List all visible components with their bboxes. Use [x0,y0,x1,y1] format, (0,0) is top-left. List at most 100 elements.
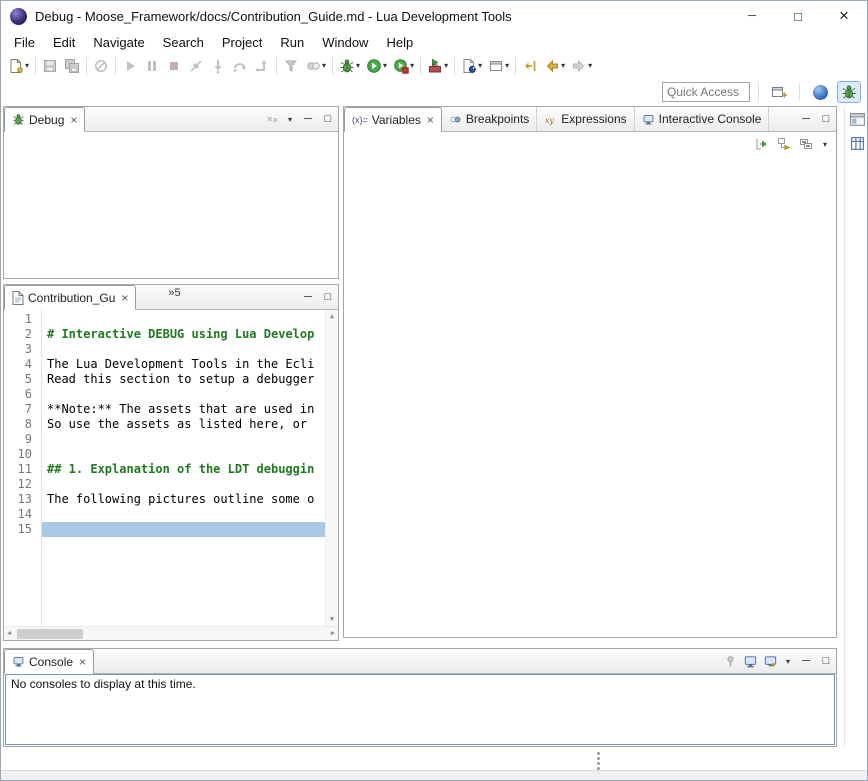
variables-view-body[interactable] [344,156,836,637]
scroll-down-icon[interactable]: ▼ [330,613,334,626]
menu-file[interactable]: File [5,33,44,52]
close-icon[interactable]: × [427,114,434,126]
new-lua-file-button[interactable]: ▾ [458,55,485,77]
last-edit-location-button[interactable] [519,55,541,77]
close-icon[interactable]: × [121,292,128,304]
tab-interactive-console[interactable]: Interactive Console [635,107,770,131]
step-over-button[interactable] [229,55,251,77]
editor-line[interactable]: 1 [4,312,325,327]
menu-run[interactable]: Run [271,33,313,52]
maximize-view-button[interactable]: □ [816,649,836,673]
chevron-down-icon[interactable]: ▾ [410,62,414,70]
editor-line[interactable]: 3 [4,342,325,357]
debug-perspective-button[interactable] [837,81,861,103]
debug-view-body[interactable] [4,132,338,278]
minimize-view-button[interactable]: ─ [796,649,816,673]
editor-line[interactable]: 2# Interactive DEBUG using Lua Develop [4,327,325,342]
debug-button[interactable]: ▾ [336,55,363,77]
scroll-right-icon[interactable]: ▶ [328,630,338,637]
tab-overflow-chevron[interactable]: »5 [162,285,186,309]
window-close-button[interactable]: × [821,1,867,31]
close-icon[interactable]: × [70,114,77,126]
chevron-down-icon[interactable]: ▾ [322,62,326,70]
tab-debug[interactable]: Debug × [4,107,85,132]
minimize-view-button[interactable]: ─ [298,107,318,131]
maximize-view-button[interactable]: □ [318,285,338,309]
chevron-down-icon[interactable]: ▾ [25,62,29,70]
show-logical-structures-button[interactable] [773,133,795,155]
menu-window[interactable]: Window [313,33,377,52]
tab-expressions[interactable]: xy Expressions [537,107,634,131]
close-icon[interactable]: × [79,656,86,668]
scroll-up-icon[interactable]: ▲ [330,310,334,323]
menu-help[interactable]: Help [377,33,422,52]
menu-project[interactable]: Project [213,33,271,52]
open-console-menu-icon[interactable]: ▾ [780,649,796,673]
collapse-all-button[interactable] [795,133,817,155]
editor-line[interactable]: 12 [4,477,325,492]
use-step-filters-button[interactable] [280,55,302,77]
editor-line[interactable]: 13The following pictures outline some o [4,492,325,507]
run-button[interactable]: ▾ [363,55,390,77]
window-maximize-button[interactable]: □ [775,1,821,31]
menu-search[interactable]: Search [154,33,213,52]
scrollbar-thumb[interactable] [17,629,83,639]
minimized-view-grid-button[interactable] [846,132,868,154]
horizontal-scrollbar[interactable]: ◀ ▶ [4,626,338,640]
editor-line[interactable]: 7**Note:** The assets that are used in [4,402,325,417]
editor-line[interactable]: 10 [4,447,325,462]
chevron-down-icon[interactable]: ▾ [478,62,482,70]
editor-line[interactable]: 14 [4,507,325,522]
editor-line[interactable]: 9 [4,432,325,447]
ldt-perspective-button[interactable] [808,81,832,103]
chevron-down-icon[interactable]: ▾ [444,62,448,70]
resume-button[interactable] [119,55,141,77]
pin-console-button[interactable] [720,649,740,673]
step-into-button[interactable] [207,55,229,77]
external-tools-button[interactable]: ▾ [424,55,451,77]
editor-line[interactable]: 11## 1. Explanation of the LDT debuggin [4,462,325,477]
tab-console[interactable]: Console × [4,649,94,674]
step-return-button[interactable] [251,55,273,77]
new-wizard-button[interactable]: ▾ [5,55,32,77]
terminate-button[interactable] [163,55,185,77]
display-selected-console-button[interactable] [740,649,760,673]
save-all-button[interactable] [61,55,83,77]
tab-contribution-guide[interactable]: Contribution_Gu × [4,285,136,310]
view-menu-icon[interactable]: ▾ [282,107,298,131]
minimize-view-button[interactable]: ─ [796,107,816,131]
open-perspective-button[interactable] [767,81,791,103]
coverage-button[interactable]: ▾ [390,55,417,77]
tab-variables[interactable]: (x)= Variables × [344,107,442,132]
scroll-left-icon[interactable]: ◀ [4,630,14,637]
back-button[interactable]: ▾ [541,55,568,77]
editor-line[interactable]: 5Read this section to setup a debugger [4,372,325,387]
window-minimize-button[interactable]: ─ [729,1,775,31]
show-type-names-button[interactable] [751,133,773,155]
maximize-view-button[interactable]: □ [816,107,836,131]
view-menu-icon[interactable]: ▾ [817,140,833,149]
trim-drag-handle[interactable] [597,752,600,770]
suspend-button[interactable] [141,55,163,77]
chevron-down-icon[interactable]: ▾ [505,62,509,70]
restore-minimized-view-button[interactable] [846,108,868,130]
quick-access-input[interactable] [662,82,750,102]
editor-line[interactable]: 15 [4,522,325,537]
forward-button[interactable]: ▾ [568,55,595,77]
remove-all-terminated-button[interactable] [262,107,282,131]
menu-edit[interactable]: Edit [44,33,84,52]
breakpoint-types-button[interactable]: ▾ [302,55,329,77]
chevron-down-icon[interactable]: ▾ [356,62,360,70]
chevron-down-icon[interactable]: ▾ [561,62,565,70]
menu-navigate[interactable]: Navigate [84,33,153,52]
maximize-view-button[interactable]: □ [318,107,338,131]
editor-line[interactable]: 4The Lua Development Tools in the Ecli [4,357,325,372]
editor-line[interactable]: 6 [4,387,325,402]
save-button[interactable] [39,55,61,77]
chevron-down-icon[interactable]: ▾ [588,62,592,70]
vertical-scrollbar[interactable]: ▲ ▼ [325,310,338,626]
minimize-view-button[interactable]: ─ [298,285,318,309]
skip-all-breakpoints-button[interactable] [90,55,112,77]
disconnect-button[interactable] [185,55,207,77]
editor-line[interactable]: 8So use the assets as listed here, or [4,417,325,432]
